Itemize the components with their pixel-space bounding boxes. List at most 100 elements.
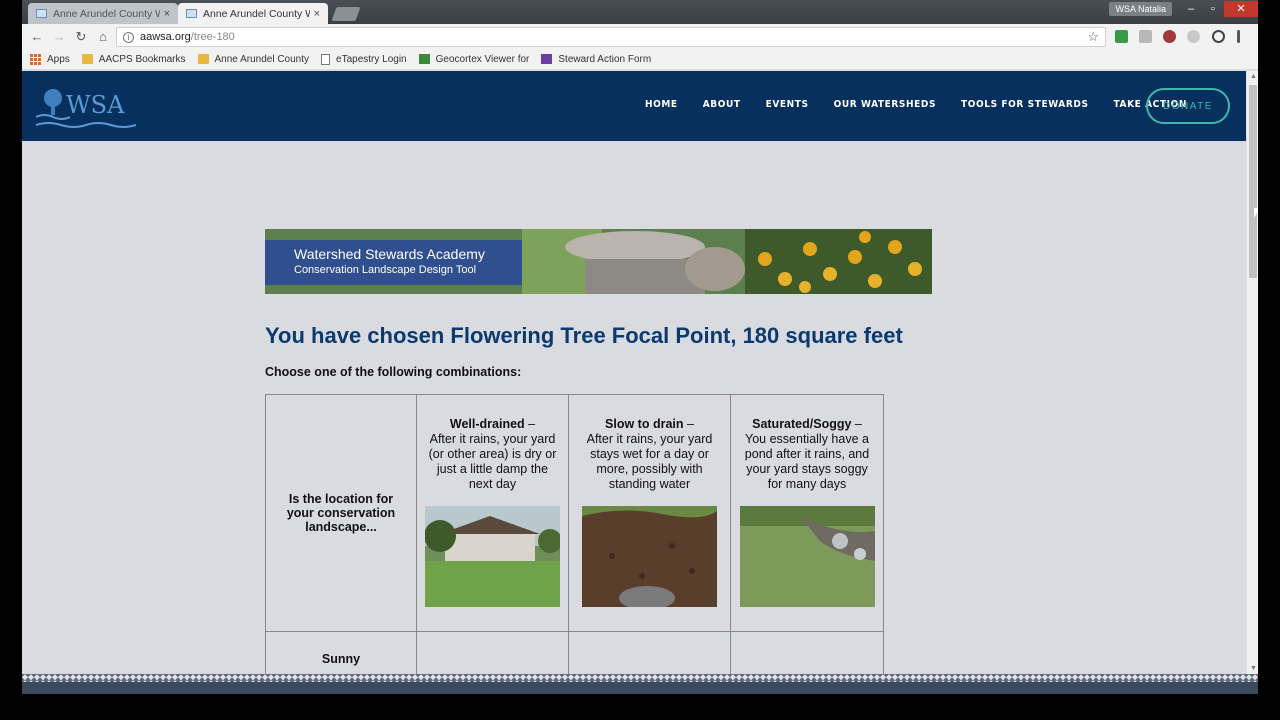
bookmark-anne-arundel[interactable]: Anne Arundel County: [197, 53, 310, 65]
condition-label: Saturated/Soggy: [752, 417, 852, 431]
vertical-scrollbar[interactable]: ▲ ▼: [1246, 71, 1258, 674]
scroll-down-icon[interactable]: ▼: [1250, 665, 1257, 672]
table-row-sunny: Sunny: [265, 631, 884, 674]
nav-our-watersheds[interactable]: OUR WATERSHEDS: [834, 99, 936, 110]
bookmark-aacps[interactable]: AACPS Bookmarks: [81, 53, 186, 65]
desktop-border-left: [0, 0, 22, 720]
bottom-bar: [22, 682, 1258, 694]
bookmark-label: Anne Arundel County: [214, 53, 310, 65]
condition-label: Slow to drain: [605, 417, 684, 431]
page-favicon-icon: [36, 9, 47, 18]
reload-button[interactable]: ↻: [70, 29, 92, 45]
column-slow-to-drain[interactable]: Slow to drain – After it rains, your yar…: [568, 394, 731, 632]
table-corner-cell: Is the location for your conservation la…: [265, 394, 417, 632]
minimize-button[interactable]: –: [1180, 1, 1202, 17]
browser-toolbar: ← → ↻ ⌂ i aawsa.org /tree-180 ☆: [22, 24, 1258, 49]
profile-button[interactable]: WSA Natalia: [1109, 2, 1172, 16]
menu-icon[interactable]: [1237, 30, 1240, 43]
close-window-button[interactable]: ✕: [1224, 1, 1258, 17]
cell-sunny-saturated-soggy[interactable]: [730, 631, 884, 674]
tab-anne-arundel-1[interactable]: Anne Arundel County W ×: [28, 3, 178, 24]
bookmark-steward-action-form[interactable]: Steward Action Form: [541, 54, 651, 65]
condition-label: Well-drained: [449, 417, 525, 431]
column-well-drained[interactable]: Well-drained – After it rains, your yard…: [416, 394, 569, 632]
back-button[interactable]: ←: [26, 29, 48, 44]
bookmark-label: Apps: [47, 53, 70, 65]
new-tab-button[interactable]: [331, 7, 361, 21]
bookmark-apps[interactable]: Apps: [30, 53, 70, 65]
url-domain: aawsa.org: [140, 31, 191, 43]
corner-question: Is the location for your conservation la…: [286, 492, 396, 534]
combination-table: Is the location for your conservation la…: [265, 394, 884, 674]
bookmark-label: eTapestry Login: [336, 53, 407, 65]
info-icon[interactable]: i: [123, 31, 134, 43]
tab-anne-arundel-2[interactable]: Anne Arundel County W ×: [178, 3, 328, 24]
condition-description: After it rains, your yard stays wet for …: [586, 432, 713, 491]
banner-title: Watershed Stewards Academy: [294, 246, 485, 262]
folder-icon: [81, 54, 93, 64]
cell-sunny-slow-to-drain[interactable]: [568, 631, 731, 674]
nav-about[interactable]: ABOUT: [703, 99, 741, 110]
banner-label: Watershed Stewards Academy Conservation …: [265, 240, 522, 285]
row-label-sunny: Sunny: [265, 631, 417, 674]
banner-subtitle: Conservation Landscape Design Tool: [294, 264, 477, 276]
bookmarks-bar: Apps AACPS Bookmarks Anne Arundel County…: [22, 49, 1258, 70]
close-tab-icon[interactable]: ×: [314, 8, 320, 20]
power-icon[interactable]: [1212, 30, 1225, 43]
folder-icon: [197, 54, 209, 64]
bookmark-label: Steward Action Form: [558, 53, 652, 65]
restore-button[interactable]: ▫: [1202, 1, 1224, 17]
url-path: /tree-180: [190, 31, 235, 43]
well-drained-photo[interactable]: [424, 506, 562, 607]
page-title: You have chosen Flowering Tree Focal Poi…: [265, 323, 903, 348]
nav-events[interactable]: EVENTS: [766, 99, 809, 110]
column-saturated-soggy[interactable]: Saturated/Soggy – You essentially have a…: [730, 394, 884, 632]
address-bar[interactable]: i aawsa.org /tree-180 ☆: [116, 27, 1106, 47]
desktop-border-bottom: [0, 694, 1280, 720]
scroll-up-icon[interactable]: ▲: [1250, 73, 1257, 80]
dash: –: [524, 417, 536, 431]
bookmark-geocortex[interactable]: Geocortex Viewer for: [418, 53, 530, 65]
extension-green-icon[interactable]: [1115, 30, 1128, 43]
bookmark-etapestry[interactable]: eTapestry Login: [321, 53, 407, 65]
home-button[interactable]: ⌂: [92, 29, 114, 44]
donate-button[interactable]: DONATE: [1146, 88, 1230, 124]
extension-red-icon[interactable]: [1163, 30, 1176, 43]
tab-title: Anne Arundel County W: [203, 7, 310, 20]
extension-g-icon[interactable]: [1139, 30, 1152, 43]
saturated-soggy-photo[interactable]: [739, 506, 875, 607]
tool-banner: Watershed Stewards Academy Conservation …: [265, 229, 932, 294]
recording-artifact-strip: [22, 674, 1258, 682]
apps-icon: [30, 53, 41, 65]
browser-window: Anne Arundel County W × Anne Arundel Cou…: [22, 0, 1258, 694]
page-icon: [321, 53, 331, 65]
bookmark-star-icon[interactable]: ☆: [1087, 29, 1099, 45]
mouse-cursor-icon: [1254, 208, 1258, 218]
logo-waves-icon: [36, 122, 136, 128]
window-controls: WSA Natalia – ▫ ✕: [1109, 0, 1258, 18]
form-icon: [541, 54, 553, 64]
tab-title: Anne Arundel County W: [53, 7, 160, 20]
page-instruction: Choose one of the following combinations…: [265, 365, 522, 379]
condition-description: After it rains, your yard (or other area…: [428, 432, 557, 491]
dash: –: [683, 417, 694, 431]
close-tab-icon[interactable]: ×: [164, 8, 170, 20]
tab-strip: Anne Arundel County W × Anne Arundel Cou…: [22, 0, 1258, 24]
nav-home[interactable]: HOME: [645, 99, 678, 110]
extension-gray-icon[interactable]: [1187, 30, 1200, 43]
bookmark-label: AACPS Bookmarks: [98, 53, 186, 65]
cell-sunny-well-drained[interactable]: [416, 631, 569, 674]
forward-button[interactable]: →: [48, 29, 70, 44]
logo-text: WSA: [66, 91, 125, 119]
page-favicon-icon: [186, 9, 197, 18]
dash: –: [851, 417, 862, 431]
site-header: WSA HOME ABOUT EVENTS OUR WATERSHEDS TOO…: [22, 71, 1246, 141]
row-label: Sunny: [321, 652, 361, 666]
slow-to-drain-photo[interactable]: [582, 506, 717, 610]
bookmark-label: Geocortex Viewer for: [435, 53, 530, 65]
table-header-row: Is the location for your conservation la…: [265, 394, 884, 632]
scrollbar-thumb[interactable]: [1249, 85, 1257, 278]
nav-tools-for-stewards[interactable]: TOOLS FOR STEWARDS: [961, 99, 1089, 110]
wsa-logo[interactable]: WSA: [36, 85, 136, 129]
geocortex-icon: [418, 54, 430, 64]
